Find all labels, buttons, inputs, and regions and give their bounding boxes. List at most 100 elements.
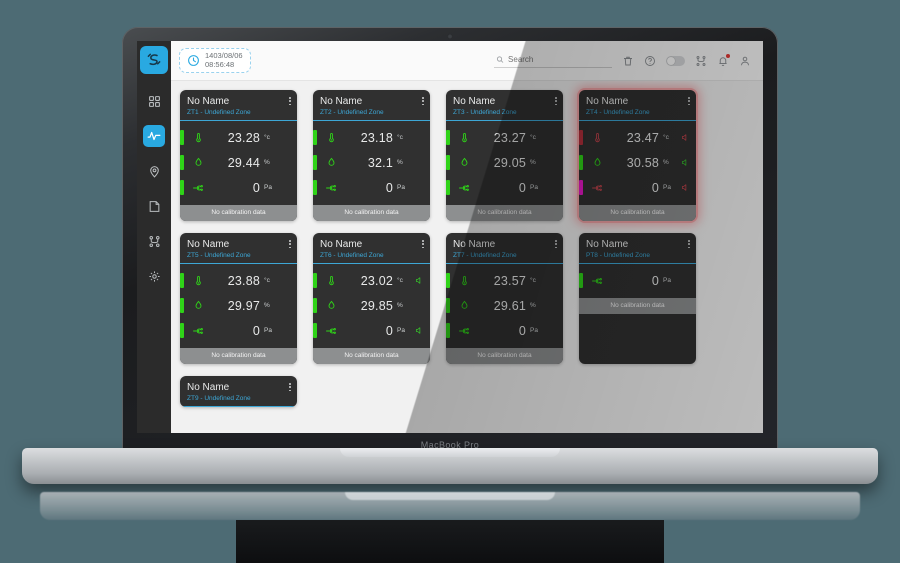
calibration-status: No calibration data [180,348,297,364]
card-readings: 23.28 °c 29.44 % 0 Pa [180,121,297,205]
sensor-reading-row: 23.02 °c [313,268,430,293]
sensor-card[interactable]: No Name ZT2 - Undefined Zone 23.18 °c 32… [313,90,430,221]
view-toggle[interactable] [666,55,685,66]
reading-unit-humidity: % [264,302,270,309]
card-title: No Name [586,239,629,250]
card-menu-button[interactable] [289,97,291,106]
sensor-card[interactable]: No Name PT8 - Undefined Zone 0 Pa No cal… [579,233,696,364]
sensor-reading-row: 0 Pa [313,175,430,200]
reading-value-temperature: 23.02 [360,273,393,288]
mute-toggle-pressure[interactable] [413,326,425,335]
app-logo[interactable] [140,46,168,74]
reading-unit-humidity: % [530,159,536,166]
status-bar-pressure [180,323,184,338]
reading-unit-humidity: % [530,302,536,309]
pressure-icon [191,325,205,337]
reading-value-pressure: 0 [385,180,393,195]
card-menu-button[interactable] [555,240,557,249]
webcam-icon [447,34,453,39]
card-header: No Name ZT1 - Undefined Zone [180,90,297,121]
status-bar-temperature [446,273,450,288]
card-menu-button[interactable] [422,240,424,249]
card-title: No Name [187,382,230,393]
reading-unit-pressure: Pa [397,327,405,334]
status-bar-humidity [313,155,317,170]
search-icon [496,56,504,63]
card-menu-button[interactable] [688,240,690,249]
calibration-status: No calibration data [313,348,430,364]
notifications-button[interactable] [717,53,730,67]
sensor-card[interactable]: No Name ZT6 - Undefined Zone 23.02 °c 29… [313,233,430,364]
card-menu-button[interactable] [422,97,424,106]
reading-value-humidity: 29.97 [227,298,260,313]
sidebar-item-monitoring[interactable] [143,125,165,147]
sensor-reading-row: 23.28 °c [180,125,297,150]
topbar: 1403/08/06 08:56:48 [171,41,763,81]
reading-value-pressure: 0 [518,323,526,338]
search-input[interactable] [508,55,608,64]
sensor-card[interactable]: No Name ZT1 - Undefined Zone 23.28 °c 29… [180,90,297,221]
sensor-reading-row: 0 Pa [313,318,430,343]
droplet-icon [590,157,604,168]
card-header: No Name PT8 - Undefined Zone [579,233,696,264]
card-subtitle: PT8 - Undefined Zone [586,252,650,259]
sidebar-item-settings[interactable] [143,265,165,287]
droplet-icon [324,300,338,311]
thermometer-icon [457,132,471,143]
sensor-reading-row: 32.1 % [313,150,430,175]
sidebar-item-reports[interactable] [143,195,165,217]
calibration-status: No calibration data [446,348,563,364]
help-button[interactable] [644,55,656,67]
sidebar-item-locations[interactable] [143,160,165,182]
reading-value-temperature: 23.18 [360,130,393,145]
search-box[interactable] [494,53,612,68]
mute-toggle-pressure[interactable] [679,183,691,192]
card-subtitle: ZT2 - Undefined Zone [320,109,384,116]
clock-widget[interactable]: 1403/08/06 08:56:48 [179,47,251,74]
sensor-card[interactable]: No Name ZT5 - Undefined Zone 23.88 °c 29… [180,233,297,364]
card-menu-button[interactable] [688,97,690,106]
tree-view-button[interactable] [695,55,707,67]
account-button[interactable] [739,55,751,67]
card-header: No Name ZT9 - Undefined Zone [180,376,297,407]
card-menu-button[interactable] [555,97,557,106]
pressure-icon [590,275,604,287]
card-header: No Name ZT7 - Undefined Zone [446,233,563,264]
status-bar-pressure [180,180,184,195]
reading-unit-temperature: °c [397,277,403,284]
card-menu-button[interactable] [289,383,291,392]
sensor-card-grid: No Name ZT1 - Undefined Zone 23.28 °c 29… [180,90,763,407]
laptop-lid: MacBook Pro 1403/08/06 08:56:48 Search N… [122,27,778,455]
sensor-card[interactable]: No Name ZT9 - Undefined Zone No calibrat… [180,376,297,407]
notification-badge [726,53,730,58]
sensor-card[interactable]: No Name ZT7 - Undefined Zone 23.57 °c 29… [446,233,563,364]
status-bar-temperature [446,130,450,145]
status-bar-humidity [579,155,583,170]
card-title: No Name [187,96,230,107]
card-readings: 23.18 °c 32.1 % 0 Pa [313,121,430,205]
reading-unit-temperature: °c [663,134,669,141]
mute-toggle-temperature[interactable] [413,276,425,285]
card-subtitle: ZT9 - Undefined Zone [187,395,251,402]
sidebar-item-topology[interactable] [143,230,165,252]
card-title: No Name [320,239,363,250]
card-menu-button[interactable] [289,240,291,249]
sensor-card[interactable]: No Name ZT3 - Undefined Zone 23.27 °c 29… [446,90,563,221]
mute-toggle-humidity[interactable] [679,158,691,167]
card-header: No Name ZT2 - Undefined Zone [313,90,430,121]
card-readings: 23.27 °c 29.05 % 0 Pa [446,121,563,205]
reading-value-temperature: 23.27 [493,130,526,145]
reading-unit-temperature: °c [264,277,270,284]
calibration-status: No calibration data [180,205,297,221]
sensor-reading-row: 23.57 °c [446,268,563,293]
laptop-base-reflection [40,492,860,520]
sidebar-item-dashboard[interactable] [143,90,165,112]
sensor-card[interactable]: No Name ZT4 - Undefined Zone 23.47 °c 30… [579,90,696,221]
toggle-knob [667,56,675,65]
reading-value-temperature: 23.47 [626,130,659,145]
card-header: No Name ZT5 - Undefined Zone [180,233,297,264]
reading-unit-humidity: % [397,159,403,166]
mute-toggle-temperature[interactable] [679,133,691,142]
sensor-reading-row: 0 Pa [180,318,297,343]
delete-button[interactable] [622,55,634,67]
